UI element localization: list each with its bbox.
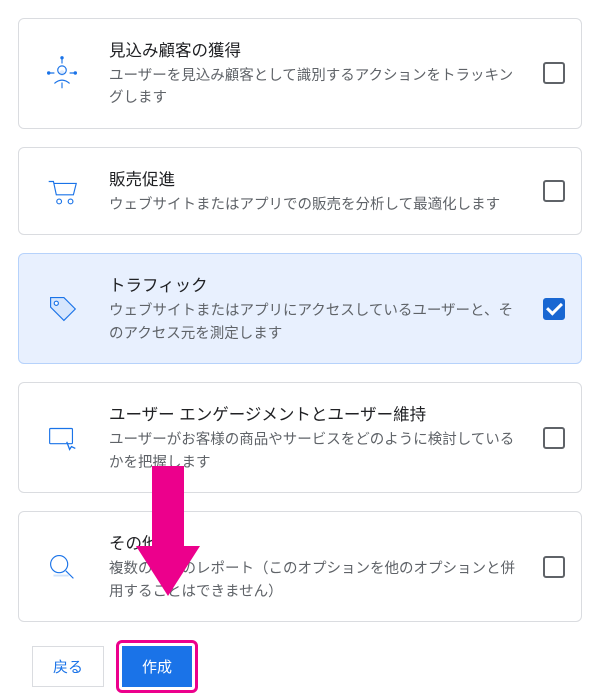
option-other[interactable]: その他 複数の種類のレポート（このオプションを他のオプションと併用することはでき… (18, 511, 582, 622)
option-lead-check[interactable] (541, 62, 567, 84)
checkbox-unchecked[interactable] (543, 180, 565, 202)
option-sales[interactable]: 販売促進 ウェブサイトまたはアプリでの販売を分析して最適化します (18, 147, 582, 235)
checkbox-unchecked[interactable] (543, 556, 565, 578)
option-desc: 複数の種類のレポート（このオプションを他のオプションと併用することはできません） (109, 558, 523, 603)
option-other-text: その他 複数の種類のレポート（このオプションを他のオプションと併用することはでき… (109, 530, 523, 603)
option-desc: ユーザーを見込み顧客として識別するアクションをトラッキングします (109, 65, 523, 110)
option-title: トラフィック (109, 272, 523, 296)
cart-icon (33, 172, 91, 210)
option-title: 見込み顧客の獲得 (109, 37, 523, 61)
option-engagement-text: ユーザー エンゲージメントとユーザー維持 ユーザーがお客様の商品やサービスをどの… (109, 401, 523, 474)
option-other-check[interactable] (541, 556, 567, 578)
tag-icon (33, 290, 91, 328)
option-lead-text: 見込み顧客の獲得 ユーザーを見込み顧客として識別するアクションをトラッキングしま… (109, 37, 523, 110)
magnifier-icon (33, 548, 91, 586)
option-traffic-check[interactable] (541, 298, 567, 320)
option-engagement[interactable]: ユーザー エンゲージメントとユーザー維持 ユーザーがお客様の商品やサービスをどの… (18, 382, 582, 493)
checkbox-unchecked[interactable] (543, 62, 565, 84)
screen-click-icon (33, 419, 91, 457)
option-sales-text: 販売促進 ウェブサイトまたはアプリでの販売を分析して最適化します (109, 166, 523, 216)
create-button[interactable]: 作成 (122, 646, 192, 687)
lead-icon (33, 54, 91, 92)
option-traffic-text: トラフィック ウェブサイトまたはアプリにアクセスしているユーザーと、そのアクセス… (109, 272, 523, 345)
option-desc: ユーザーがお客様の商品やサービスをどのように検討しているかを把握します (109, 429, 523, 474)
option-title: ユーザー エンゲージメントとユーザー維持 (109, 401, 523, 425)
option-sales-check[interactable] (541, 180, 567, 202)
option-lead[interactable]: 見込み顧客の獲得 ユーザーを見込み顧客として識別するアクションをトラッキングしま… (18, 18, 582, 129)
option-engagement-check[interactable] (541, 427, 567, 449)
option-title: その他 (109, 530, 523, 554)
back-button[interactable]: 戻る (32, 646, 104, 687)
option-desc: ウェブサイトまたはアプリでの販売を分析して最適化します (109, 194, 523, 216)
checkbox-checked[interactable] (543, 298, 565, 320)
checkbox-unchecked[interactable] (543, 427, 565, 449)
option-traffic[interactable]: トラフィック ウェブサイトまたはアプリにアクセスしているユーザーと、そのアクセス… (18, 253, 582, 364)
create-button-label: 作成 (142, 659, 172, 676)
option-title: 販売促進 (109, 166, 523, 190)
option-desc: ウェブサイトまたはアプリにアクセスしているユーザーと、そのアクセス元を測定します (109, 300, 523, 345)
